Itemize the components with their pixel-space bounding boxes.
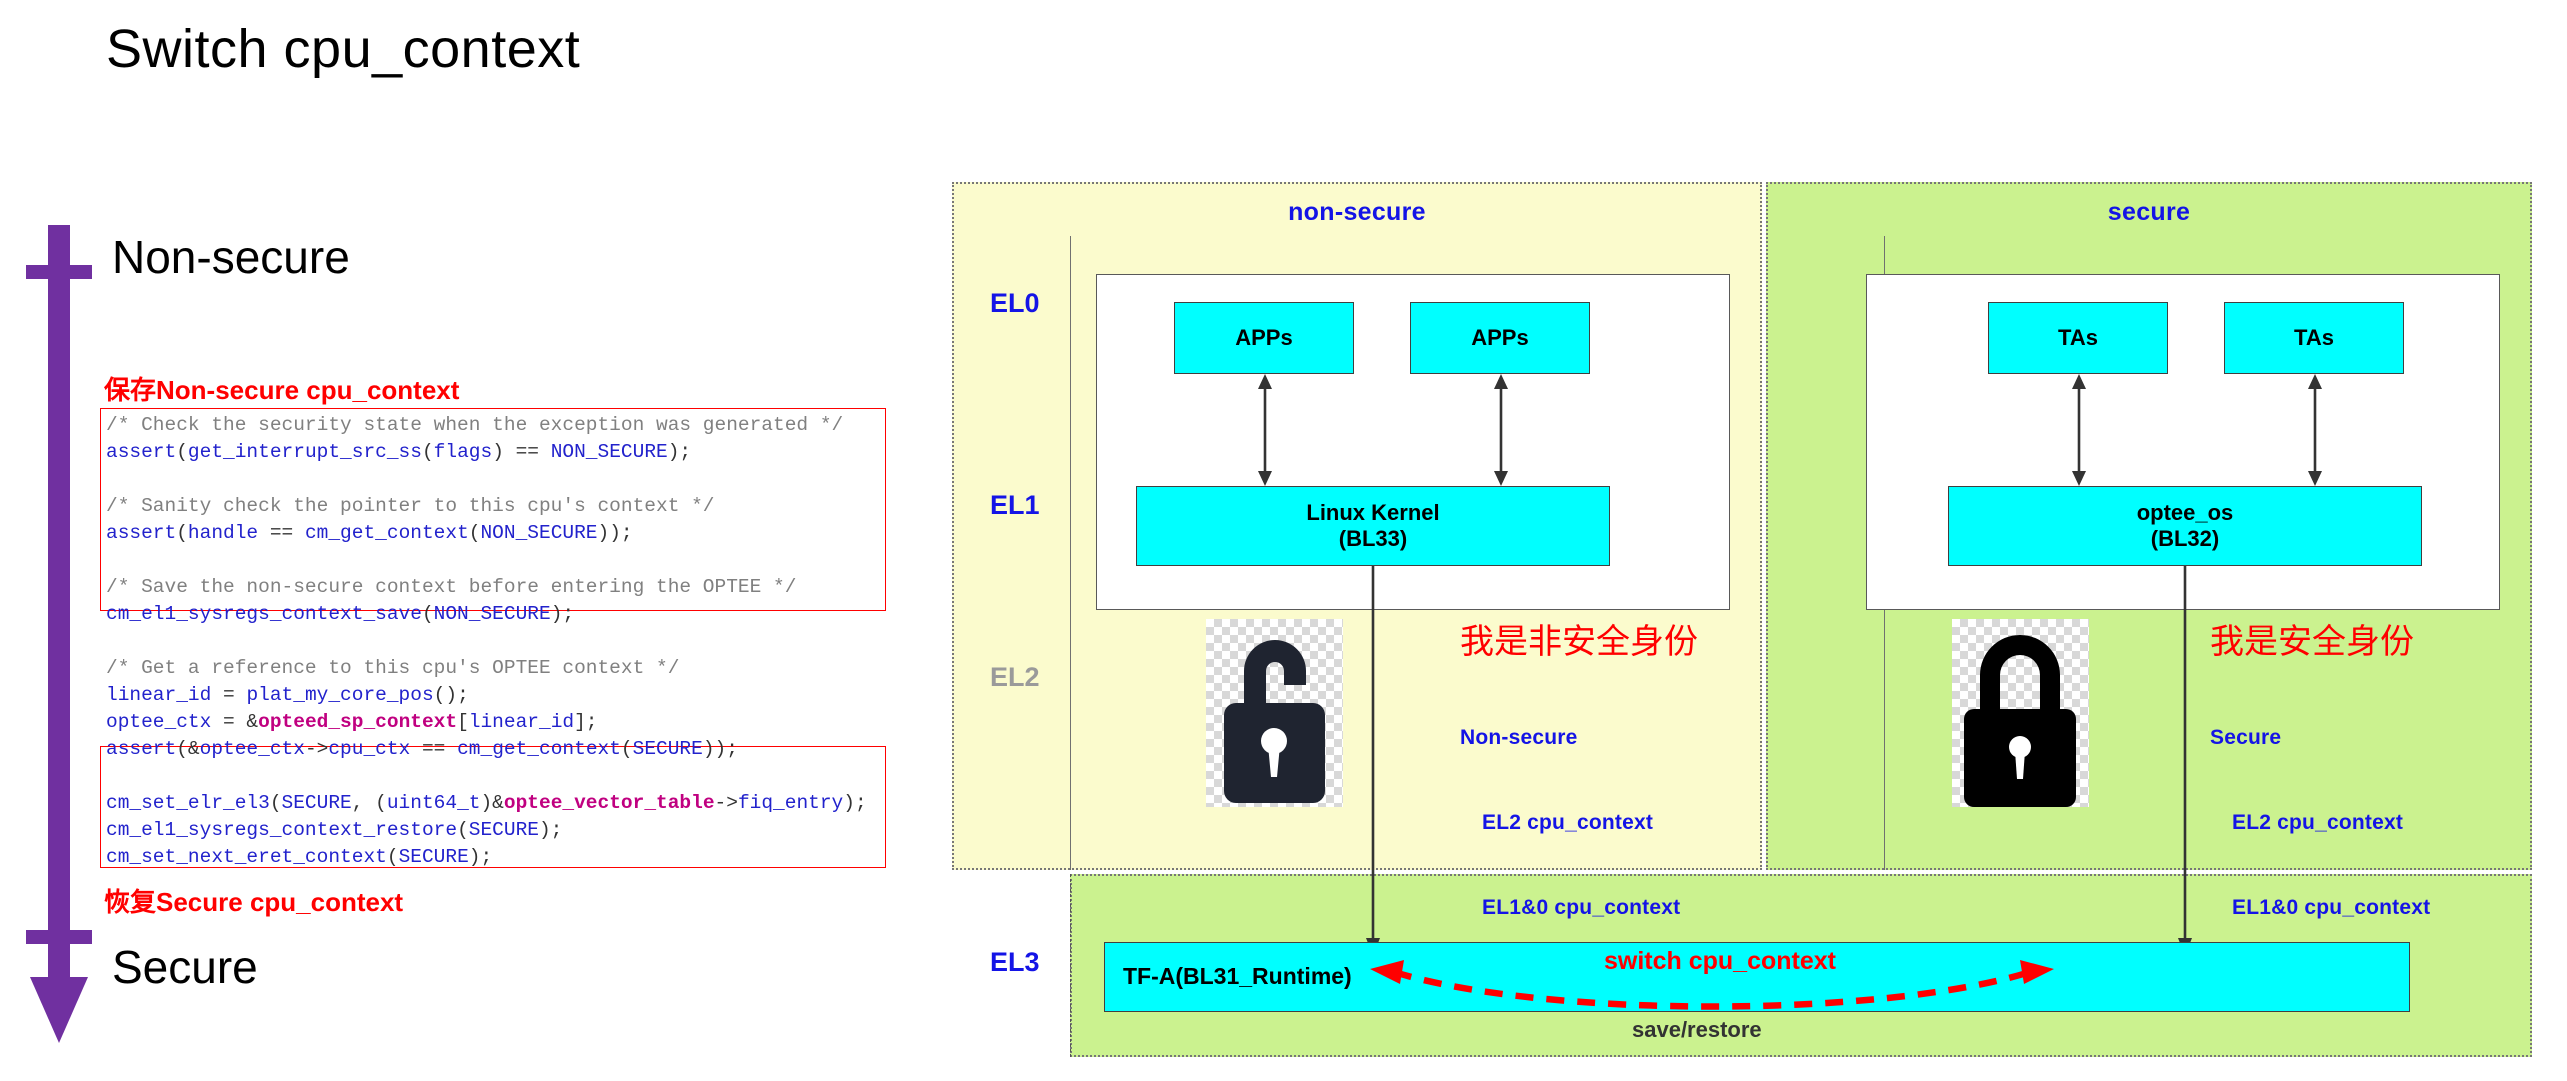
- arrow-optee-to-tfa: [2175, 566, 2195, 956]
- save-restore-label: save/restore: [1632, 1017, 1762, 1042]
- code-line: /* Get a reference to this cpu's OPTEE c…: [106, 657, 680, 679]
- locked-padlock-icon: [1952, 619, 2089, 807]
- code-line: linear_id = plat_my_core_pos();: [106, 684, 469, 706]
- code-snippet: /* Check the security state when the exc…: [106, 412, 876, 871]
- code-line: assert(handle == cm_get_context(NON_SECU…: [106, 522, 633, 544]
- code-line: cm_set_elr_el3(SECURE, (uint64_t)&optee_…: [106, 792, 867, 814]
- arrow-tas-right-optee: [2305, 374, 2325, 486]
- nonsecure-identity-note: 我是非安全身份: [1460, 623, 1698, 661]
- architecture-diagram: non-secure secure EL0 EL1 EL2 EL3 APPs A…: [952, 182, 2532, 1057]
- apps-box-right: APPs: [1410, 302, 1590, 374]
- code-line: /* Sanity check the pointer to this cpu'…: [106, 495, 715, 517]
- unlocked-padlock-icon: [1206, 619, 1343, 807]
- nonsecure-context-title: Non-secure: [1460, 725, 1578, 749]
- linux-kernel-box: Linux Kernel (BL33): [1136, 486, 1610, 566]
- switch-context-arrow: [1352, 960, 2072, 1019]
- nonsecure-secure-axis-arrow: [24, 225, 94, 1045]
- code-line: /* Save the non-secure context before en…: [106, 576, 797, 598]
- secure-context-note: Secure EL2 cpu_context EL1&0 cpu_context: [2210, 667, 2430, 979]
- secure-context-title: Secure: [2210, 725, 2282, 749]
- el-label-el0: EL0: [990, 288, 1040, 318]
- nonsecure-context-note: Non-secure EL2 cpu_context EL1&0 cpu_con…: [1460, 667, 1680, 979]
- page-title: Switch cpu_context: [106, 19, 581, 79]
- nonsecure-heading: Non-secure: [112, 231, 350, 283]
- code-line: cm_el1_sysregs_context_restore(SECURE);: [106, 819, 563, 841]
- linux-kernel-name: Linux Kernel: [1306, 500, 1440, 526]
- secure-context-item-0: EL2 cpu_context: [2232, 810, 2404, 834]
- nonsecure-context-item-1: EL1&0 cpu_context: [1482, 895, 1681, 919]
- nonsecure-column-divider: [1070, 236, 1071, 870]
- code-line: cm_el1_sysregs_context_save(NON_SECURE);: [106, 603, 575, 625]
- save-context-label: 保存Non-secure cpu_context: [104, 375, 460, 405]
- el-label-el2: EL2: [990, 662, 1040, 692]
- tas-box-right: TAs: [2224, 302, 2404, 374]
- secure-heading: Secure: [112, 941, 258, 993]
- optee-os-box: optee_os (BL32): [1948, 486, 2422, 566]
- secure-panel-title: secure: [2107, 198, 2191, 226]
- optee-os-bl: (BL32): [2150, 526, 2220, 551]
- restore-context-label: 恢复Secure cpu_context: [104, 887, 404, 917]
- code-line: optee_ctx = &opteed_sp_context[linear_id…: [106, 711, 598, 733]
- arrow-kernel-to-tfa: [1363, 566, 1383, 956]
- code-line: cm_set_next_eret_context(SECURE);: [106, 846, 493, 868]
- tas-box-left: TAs: [1988, 302, 2168, 374]
- el3-column-divider: [1070, 874, 1071, 1057]
- arrow-apps-right-kernel: [1491, 374, 1511, 486]
- secure-context-item-1: EL1&0 cpu_context: [2232, 895, 2431, 919]
- apps-box-left: APPs: [1174, 302, 1354, 374]
- nonsecure-context-item-0: EL2 cpu_context: [1482, 810, 1654, 834]
- arrow-tas-left-optee: [2069, 374, 2089, 486]
- el-label-el1: EL1: [990, 490, 1040, 520]
- arrow-apps-left-kernel: [1255, 374, 1275, 486]
- code-line: /* Check the security state when the exc…: [106, 414, 844, 436]
- code-line: assert(&optee_ctx->cpu_ctx == cm_get_con…: [106, 738, 738, 760]
- optee-os-name: optee_os: [2136, 500, 2234, 526]
- linux-kernel-bl: (BL33): [1338, 526, 1408, 551]
- nonsecure-panel-title: non-secure: [1288, 198, 1426, 226]
- secure-identity-note: 我是安全身份: [2210, 623, 2414, 661]
- code-line: assert(get_interrupt_src_ss(flags) == NO…: [106, 441, 692, 463]
- el-label-el3: EL3: [990, 947, 1040, 977]
